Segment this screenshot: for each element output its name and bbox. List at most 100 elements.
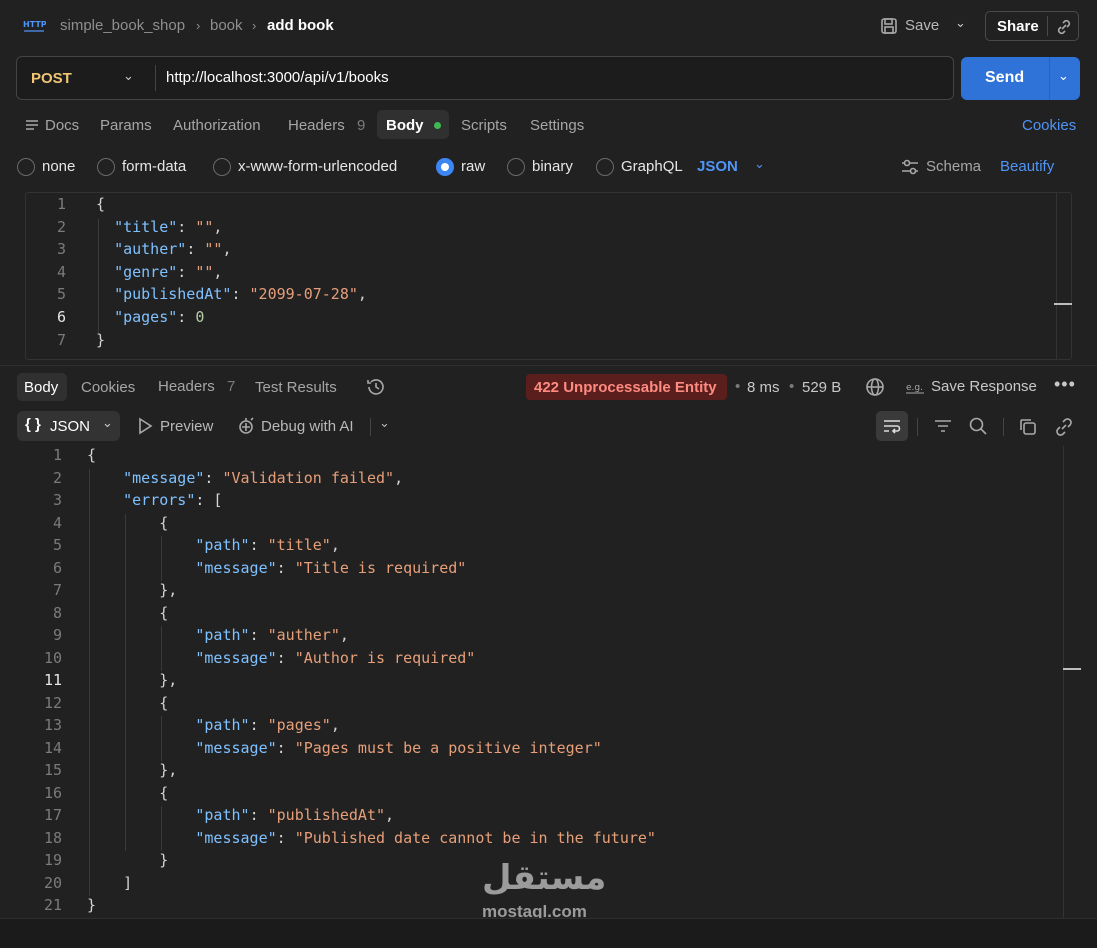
save-response-button[interactable]: Save Response [931, 378, 1037, 395]
line-number: 17 [43, 806, 62, 824]
json-key: "publishedAt" [114, 285, 232, 304]
tab-settings[interactable]: Settings [530, 117, 584, 134]
share-label: Share [997, 18, 1039, 35]
tab-scripts[interactable]: Scripts [461, 117, 507, 134]
code-line: "errors": [ [123, 491, 223, 509]
radio-urlencoded-label[interactable]: x-www-form-urlencoded [238, 158, 397, 175]
url-divider [155, 65, 156, 91]
link-icon[interactable] [1055, 18, 1073, 36]
share-divider [1047, 16, 1048, 36]
send-divider [1049, 57, 1050, 100]
radio-form-data-label[interactable]: form-data [122, 158, 186, 175]
debug-with-ai-button[interactable]: Debug with AI [261, 418, 354, 435]
scroll-marker[interactable] [1054, 303, 1072, 305]
body-type-row: none form-data x-www-form-urlencoded raw… [0, 154, 1097, 180]
response-time[interactable]: 8 ms [747, 379, 780, 396]
more-options-icon[interactable]: ••• [1054, 374, 1076, 395]
radio-graphql[interactable] [596, 158, 614, 176]
copy-icon[interactable] [1018, 417, 1038, 437]
radio-binary-label[interactable]: binary [532, 158, 573, 175]
line-number: 16 [43, 783, 62, 802]
debug-chevron-icon[interactable]: ⌄ [379, 415, 390, 431]
breadcrumb-folder[interactable]: book [210, 17, 243, 34]
request-name[interactable]: add book [267, 17, 334, 34]
preview-button[interactable]: Preview [160, 418, 213, 435]
svg-text:HTTP: HTTP [23, 20, 46, 29]
cookies-link[interactable]: Cookies [1022, 117, 1076, 134]
json-key: "path" [195, 806, 250, 824]
json-key: "genre" [114, 262, 178, 281]
code-line: "message": "Pages must be a positive int… [195, 738, 602, 757]
search-icon[interactable] [968, 416, 988, 436]
save-label: Save [905, 17, 940, 34]
code-line: "message": "Published date cannot be in … [195, 828, 656, 847]
response-size[interactable]: 529 B [802, 379, 841, 396]
response-tabs: Body Cookies Headers 7 Test Results 422 … [0, 372, 1097, 402]
breadcrumb-collection[interactable]: simple_book_shop [60, 17, 185, 34]
code-line: { [87, 603, 169, 622]
format-chevron-icon[interactable]: ⌄ [754, 156, 765, 172]
link-icon[interactable] [1054, 417, 1074, 437]
braces-icon: { } [25, 416, 41, 433]
response-tab-cookies[interactable]: Cookies [81, 379, 135, 396]
radio-graphql-label[interactable]: GraphQL [621, 158, 683, 175]
wrap-lines-button[interactable] [876, 411, 908, 441]
history-icon[interactable] [365, 376, 387, 398]
breadcrumb-chevron-icon: › [196, 18, 201, 33]
method-chevron-icon: ⌄ [123, 68, 134, 83]
tab-params[interactable]: Params [100, 117, 152, 134]
request-body-editor[interactable]: 1 2 3 4 5 6 7 { "title": "", "auther": "… [25, 192, 1072, 360]
radio-urlencoded[interactable] [213, 158, 231, 176]
send-label: Send [985, 69, 1025, 86]
method-select[interactable]: POST ⌄ [17, 57, 155, 99]
json-key: "path" [195, 626, 250, 644]
save-dropdown-chevron-icon[interactable]: ⌄ [955, 15, 966, 31]
separator-dot: • [789, 378, 795, 395]
tab-authorization[interactable]: Authorization [173, 117, 261, 134]
radio-raw-label[interactable]: raw [461, 158, 485, 175]
send-button[interactable]: Send ⌄ [961, 57, 1080, 100]
line-number: 13 [43, 716, 62, 734]
globe-icon[interactable] [864, 376, 886, 398]
json-value: "" [195, 217, 214, 236]
response-tab-test-results[interactable]: Test Results [255, 379, 337, 396]
toolbar-divider [370, 418, 371, 436]
beautify-button[interactable]: Beautify [1000, 158, 1054, 175]
radio-raw[interactable] [436, 158, 454, 176]
raw-format-select[interactable]: JSON [697, 158, 738, 175]
json-value: "" [204, 240, 223, 259]
json-value: "Published date cannot be in the future" [294, 828, 656, 847]
code-line: { [87, 446, 97, 464]
tab-body[interactable]: Body [377, 110, 449, 139]
line-number: 18 [43, 828, 62, 847]
code-line: { [87, 513, 169, 532]
response-format-select[interactable]: { } JSON ⌄ [17, 411, 120, 441]
code-line: }, [87, 581, 178, 599]
save-button[interactable]: Save [879, 14, 964, 38]
tab-docs[interactable]: Docs [45, 117, 79, 134]
send-dropdown-chevron-icon[interactable]: ⌄ [1058, 68, 1069, 84]
radio-none-label[interactable]: none [42, 158, 75, 175]
json-value: "pages" [267, 716, 331, 734]
scroll-marker[interactable] [1063, 668, 1081, 670]
radio-none[interactable] [17, 158, 35, 176]
radio-form-data[interactable] [97, 158, 115, 176]
response-tab-headers[interactable]: Headers [158, 378, 215, 395]
json-value: "publishedAt" [267, 806, 386, 824]
radio-binary[interactable] [507, 158, 525, 176]
json-key: "auther" [114, 240, 187, 259]
line-number: 14 [43, 738, 62, 757]
tab-headers[interactable]: Headers [288, 117, 345, 134]
filter-icon[interactable] [933, 417, 953, 435]
status-badge[interactable]: 422 Unprocessable Entity [526, 374, 727, 400]
url-input[interactable]: http://localhost:3000/api/v1/books [166, 69, 389, 86]
code-line: "auther": "", [114, 240, 232, 259]
response-tab-body[interactable]: Body [17, 373, 67, 401]
pane-divider[interactable] [0, 365, 1097, 366]
json-key: "message" [123, 468, 205, 487]
json-key: "message" [195, 558, 277, 577]
code-line: "path": "pages", [195, 716, 340, 734]
schema-button[interactable]: Schema [926, 158, 981, 175]
response-body-viewer[interactable]: 1 2 3 4 5 6 7 8 9 10 11 12 13 14 15 16 1… [0, 446, 1097, 921]
share-button[interactable]: Share [985, 11, 1079, 41]
